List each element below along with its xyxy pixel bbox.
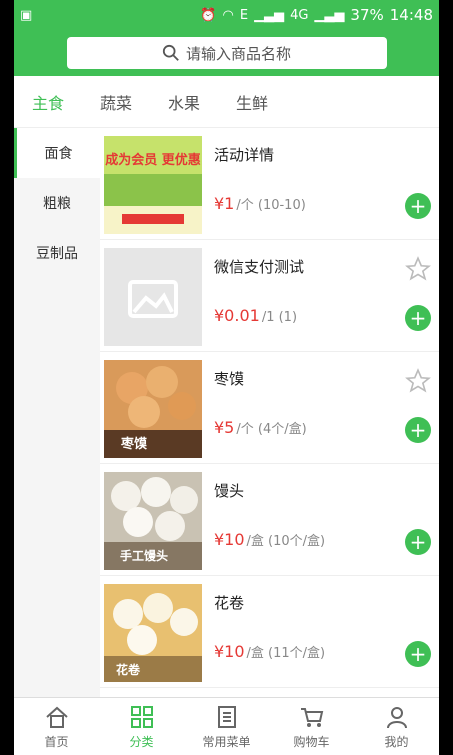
nav-label: 常用菜单 (202, 734, 251, 749)
thumb-text-5: 花卷 (116, 662, 141, 677)
sim-label: E (239, 7, 249, 23)
product-price: ¥1 (214, 194, 235, 213)
clock: 14:48 (389, 6, 433, 24)
nav-label: 购物车 (293, 734, 330, 749)
star-icon[interactable] (405, 256, 431, 282)
tab-fruits[interactable]: 水果 (168, 90, 200, 114)
grid-icon (130, 705, 153, 728)
list-item[interactable]: 成为会员 更优惠 活动详情 ¥1/个 (10-10) + (100, 128, 439, 240)
search-header: 请输入商品名称 (14, 30, 439, 76)
bottom-nav: 首页 分类 常用菜单 购物车 我的 (14, 697, 439, 755)
product-unit: /1 (1) (261, 310, 298, 325)
product-image: 手工馒头 (104, 472, 202, 570)
sidebar-item-noodles[interactable]: 面食 (14, 128, 100, 178)
search-placeholder: 请输入商品名称 (185, 44, 291, 63)
product-name: 馒头 (214, 482, 245, 500)
product-price: ¥5 (214, 418, 235, 437)
thumb-text-4: 手工馒头 (120, 548, 168, 563)
app-screen: ▣ ⏰ ◠ E ▁▃▅ 4G ▁▃▅ 37% 14:48 请输入商品名称 主食 … (14, 0, 439, 755)
nav-categories[interactable]: 分类 (99, 698, 184, 755)
product-unit: /盒 (11个/盒) (246, 646, 326, 661)
search-input[interactable]: 请输入商品名称 (66, 37, 387, 69)
tab-fresh[interactable]: 生鲜 (236, 90, 268, 114)
thumb-text-1: 成为会员 更优惠 (105, 152, 201, 168)
wifi-icon: ◠ (222, 7, 234, 23)
product-unit: /个 (10-10) (236, 198, 306, 213)
tab-vegetables[interactable]: 蔬菜 (100, 90, 132, 114)
signal-icon: ▁▃▅ (314, 7, 345, 23)
nav-profile[interactable]: 我的 (354, 698, 439, 755)
list-item[interactable]: 花卷 花卷 ¥10/盒 (11个/盒) + (100, 576, 439, 688)
signal-icon: ▁▃▅ (254, 7, 285, 23)
list-item[interactable]: 微信支付测试 ¥0.01/1 (1) + (100, 240, 439, 352)
add-to-cart-button[interactable]: + (405, 529, 431, 555)
product-image: 枣馍 (104, 360, 202, 458)
list-item[interactable]: 枣馍 枣馍 ¥5/个 (4个/盒) + (100, 352, 439, 464)
nav-home[interactable]: 首页 (14, 698, 99, 755)
user-icon (386, 706, 407, 728)
product-image: 花卷 (104, 584, 202, 682)
list-icon (217, 705, 236, 728)
category-tabs: 主食 蔬菜 水果 生鲜 (14, 76, 439, 128)
content-area: 面食 粗粮 豆制品 成为会员 更优惠 活动详情 ¥1 /个 (10-10) + … (14, 128, 439, 697)
nav-label: 我的 (384, 734, 409, 749)
product-price: ¥10 (214, 530, 245, 549)
nav-label: 首页 (44, 734, 69, 749)
product-price: ¥0.01 (214, 306, 260, 325)
star-icon[interactable] (405, 368, 431, 394)
list-item[interactable]: 手工馒头 馒头 ¥10/盒 (10个/盒) + (100, 464, 439, 576)
nav-cart[interactable]: 购物车 (269, 698, 354, 755)
gallery-icon: ▣ (20, 7, 33, 23)
alarm-icon: ⏰ (200, 7, 217, 23)
add-to-cart-button[interactable]: + (405, 193, 431, 219)
home-icon (45, 706, 68, 728)
product-unit: /盒 (10个/盒) (246, 534, 326, 549)
product-name: 活动详情 (214, 146, 275, 164)
add-to-cart-button[interactable]: + (405, 305, 431, 331)
product-image: 成为会员 更优惠 (104, 136, 202, 234)
nav-common-menu[interactable]: 常用菜单 (184, 698, 269, 755)
sidebar-item-coarse-grains[interactable]: 粗粮 (14, 178, 100, 228)
phone-frame: ▣ ⏰ ◠ E ▁▃▅ 4G ▁▃▅ 37% 14:48 请输入商品名称 主食 … (0, 0, 453, 755)
product-unit: /个 (4个/盒) (236, 422, 307, 437)
thumb-text-3: 枣馍 (120, 436, 148, 452)
network-label: 4G (290, 7, 309, 23)
product-price: ¥10 (214, 642, 245, 661)
sidebar-item-tofu[interactable]: 豆制品 (14, 228, 100, 278)
product-name: 花卷 (214, 594, 245, 612)
add-to-cart-button[interactable]: + (405, 641, 431, 667)
add-to-cart-button[interactable]: + (405, 417, 431, 443)
nav-label: 分类 (129, 734, 154, 749)
cart-icon (300, 707, 323, 727)
product-image-placeholder (104, 248, 202, 346)
battery-level: 37% (350, 6, 384, 24)
product-list: 成为会员 更优惠 活动详情 ¥1/个 (10-10) + 微信支付测试 ¥0.0… (100, 128, 439, 697)
subcategory-sidebar: 面食 粗粮 豆制品 (14, 128, 100, 697)
tab-main-food[interactable]: 主食 (32, 90, 64, 114)
search-icon (162, 44, 179, 61)
status-bar: ▣ ⏰ ◠ E ▁▃▅ 4G ▁▃▅ 37% 14:48 (14, 0, 439, 30)
